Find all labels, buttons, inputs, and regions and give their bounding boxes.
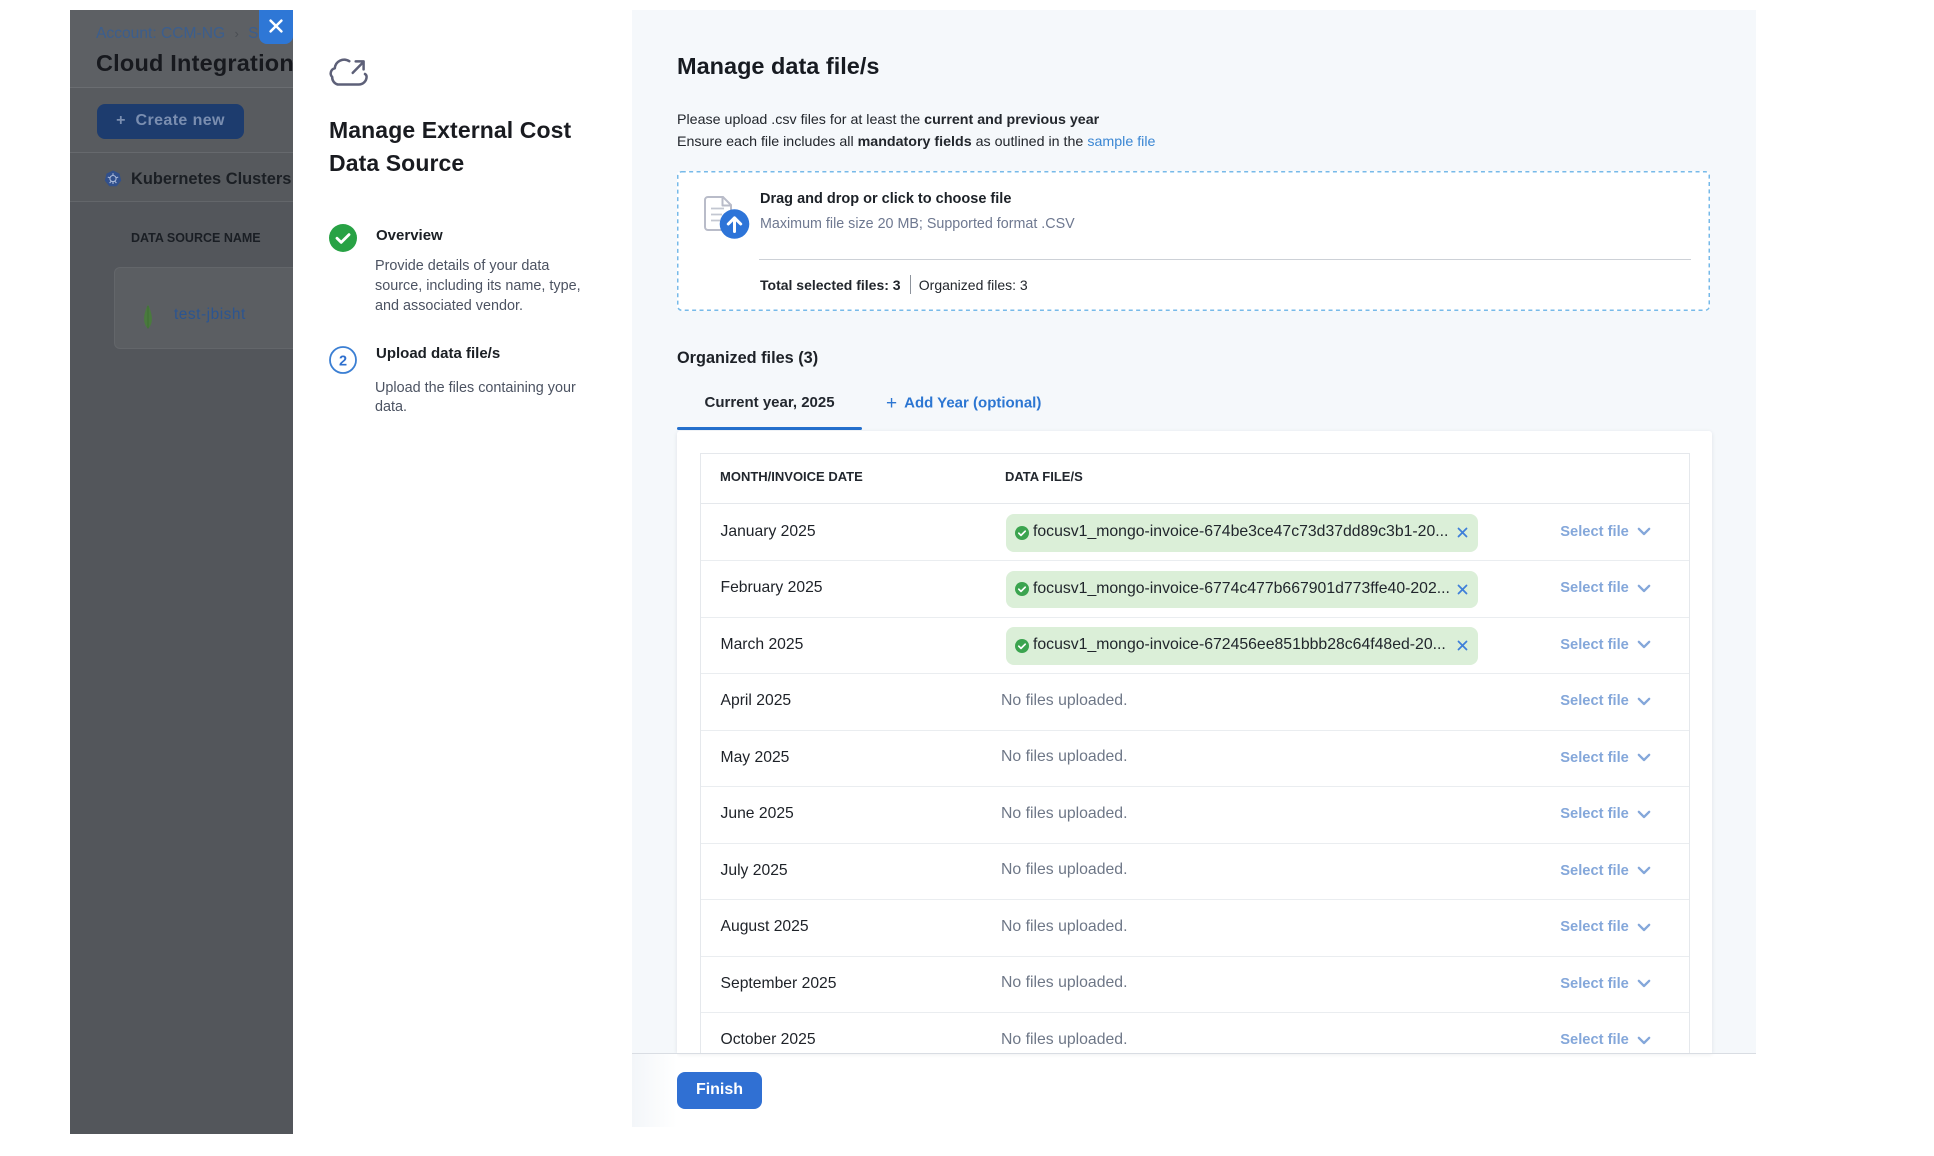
svg-text:2: 2: [339, 353, 347, 369]
